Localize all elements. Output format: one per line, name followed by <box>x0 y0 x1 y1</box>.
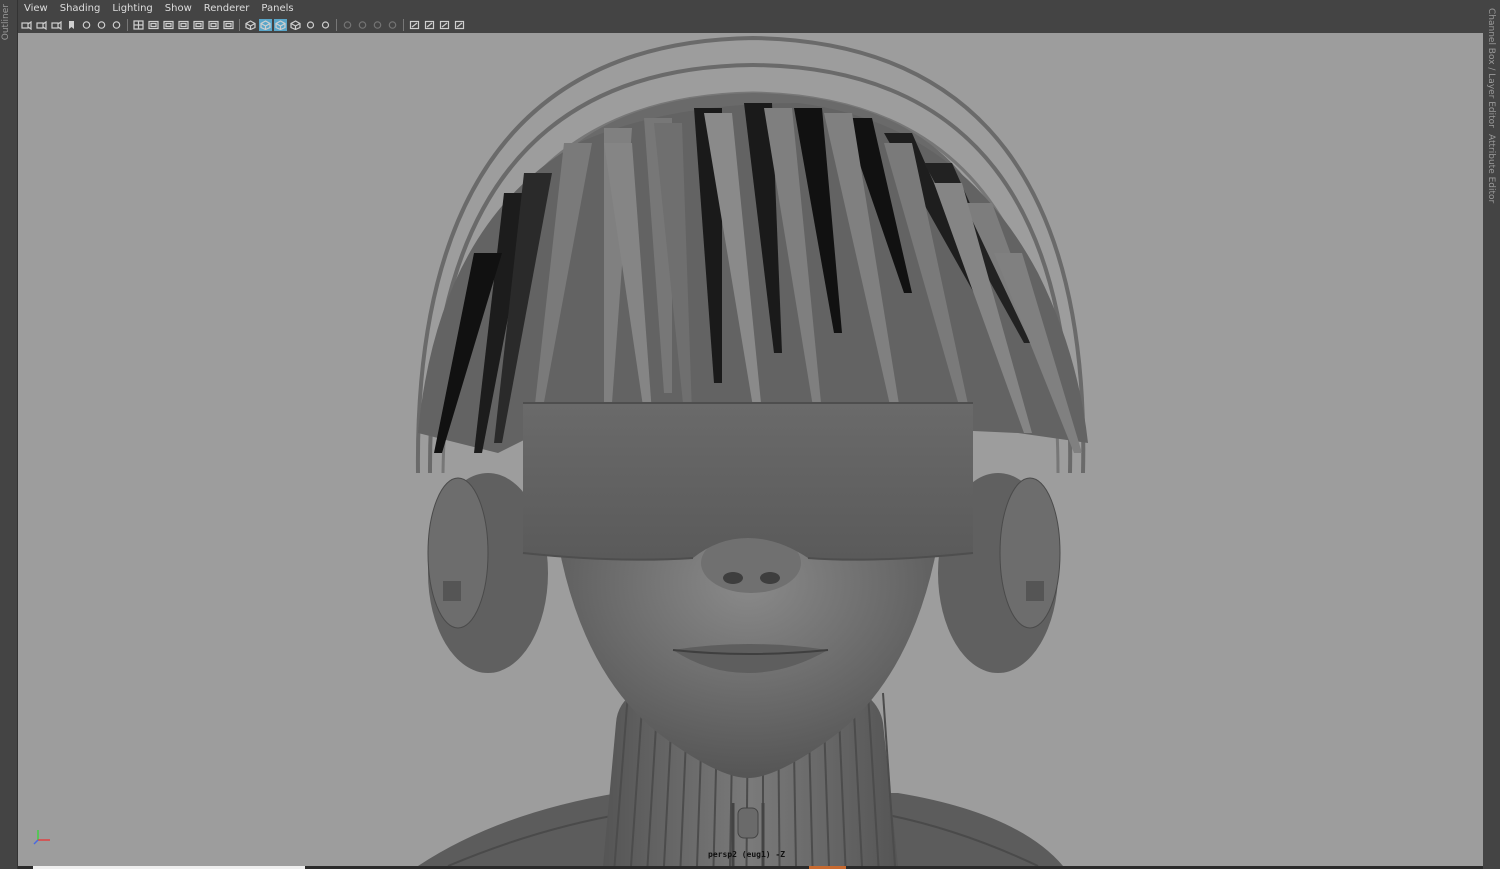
menu-renderer[interactable]: Renderer <box>198 3 256 17</box>
wireframe-icon[interactable] <box>244 19 257 31</box>
grid-icon[interactable] <box>132 19 145 31</box>
bookmark-icon[interactable] <box>65 19 78 31</box>
channel-box-tab-label[interactable]: Channel Box / Layer Editor <box>1486 8 1496 128</box>
safe-action-icon[interactable] <box>207 19 220 31</box>
wireframe-on-shaded-icon[interactable] <box>274 19 287 31</box>
toolbar-separator <box>403 19 404 31</box>
menu-show[interactable]: Show <box>159 3 198 17</box>
2d-pan-zoom-icon[interactable] <box>95 19 108 31</box>
isolate-select-icon[interactable] <box>408 19 421 31</box>
motion-blur-icon[interactable] <box>356 19 369 31</box>
visor-shape <box>522 402 974 561</box>
right-panel-strip[interactable]: Channel Box / Layer Editor Attribute Edi… <box>1482 0 1500 869</box>
film-gate-icon[interactable] <box>147 19 160 31</box>
outliner-tab-label[interactable]: Outliner <box>1 4 11 40</box>
perspective-viewport[interactable]: persp2 (eug1) -Z <box>18 33 1483 866</box>
gate-mask-icon[interactable] <box>177 19 190 31</box>
textured-icon[interactable] <box>289 19 302 31</box>
panel-toolbar <box>20 18 468 32</box>
camera-bookmark-icon[interactable] <box>50 19 63 31</box>
menu-panels[interactable]: Panels <box>255 3 299 17</box>
attribute-editor-tab-label[interactable]: Attribute Editor <box>1486 134 1496 203</box>
camera-name-label: persp2 (eug1) -Z <box>708 850 786 859</box>
camera-attributes-icon[interactable] <box>35 19 48 31</box>
screen-space-ao-icon[interactable] <box>341 19 354 31</box>
toolbar-separator <box>127 19 128 31</box>
menu-view[interactable]: View <box>18 3 54 17</box>
grease-pencil-icon[interactable] <box>110 19 123 31</box>
smooth-shade-icon[interactable] <box>259 19 272 31</box>
xray-components-icon[interactable] <box>453 19 466 31</box>
image-plane-icon[interactable] <box>80 19 93 31</box>
depth-of-field-icon[interactable] <box>386 19 399 31</box>
viewport-panel-header: View Shading Lighting Show Renderer Pane… <box>18 0 1483 34</box>
menu-shading[interactable]: Shading <box>54 3 107 17</box>
outliner-strip[interactable]: Outliner <box>0 0 18 869</box>
xray-icon[interactable] <box>423 19 436 31</box>
toolbar-separator <box>239 19 240 31</box>
character-model <box>415 35 1088 866</box>
toolbar-separator <box>336 19 337 31</box>
xray-joints-icon[interactable] <box>438 19 451 31</box>
menu-lighting[interactable]: Lighting <box>106 3 158 17</box>
field-chart-icon[interactable] <box>192 19 205 31</box>
resolution-gate-icon[interactable] <box>162 19 175 31</box>
multisample-aa-icon[interactable] <box>371 19 384 31</box>
camera-icon[interactable] <box>20 19 33 31</box>
panel-menubar: View Shading Lighting Show Renderer Pane… <box>18 3 300 17</box>
shadows-icon[interactable] <box>319 19 332 31</box>
safe-title-icon[interactable] <box>222 19 235 31</box>
use-all-lights-icon[interactable] <box>304 19 317 31</box>
view-axis-indicator <box>33 830 50 845</box>
